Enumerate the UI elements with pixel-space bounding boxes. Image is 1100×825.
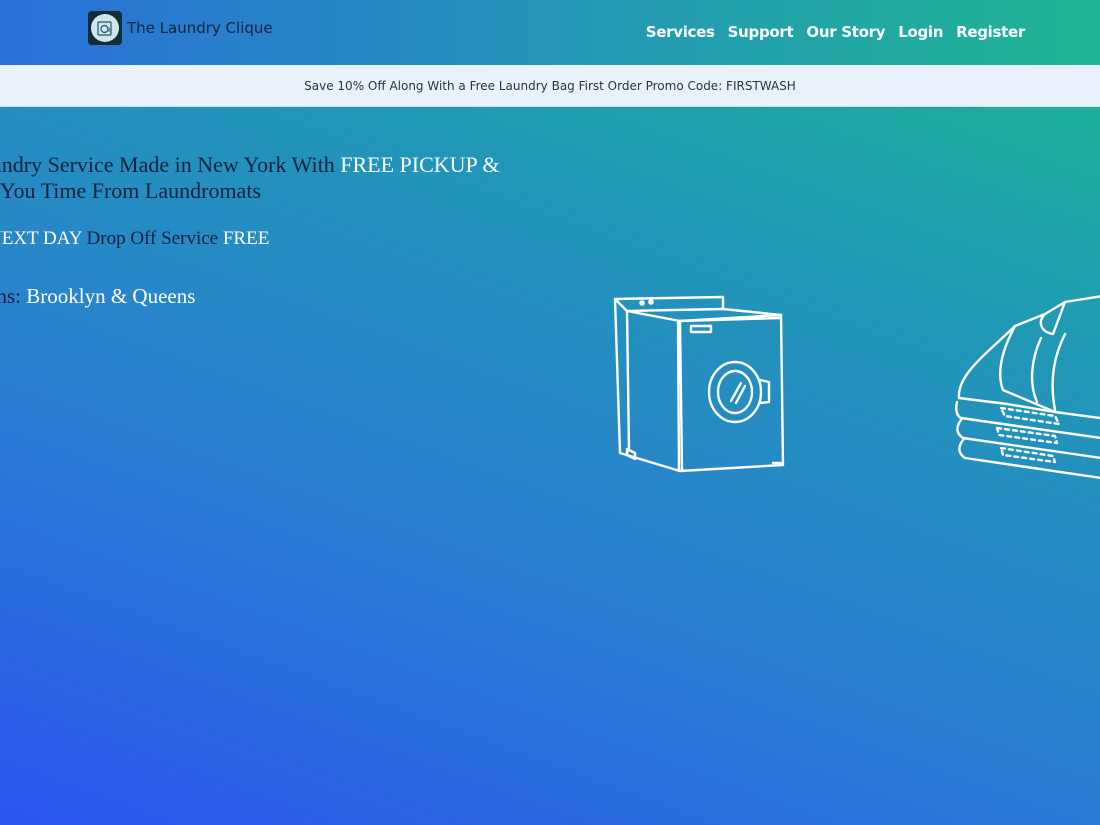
brand-link[interactable]: The Laundry Clique xyxy=(88,11,273,45)
hero-headline-line1: aundry Service Made in New York With FRE… xyxy=(0,152,500,178)
brand-name: The Laundry Clique xyxy=(127,19,273,37)
hero-free-highlight: FREE xyxy=(222,228,270,249)
folded-clothes-icon xyxy=(945,280,1100,495)
hero-line3-text: Drop Off Service xyxy=(81,228,223,249)
hero-line1-highlight: FREE PICKUP & xyxy=(340,152,500,177)
nav-link-support[interactable]: Support xyxy=(728,23,794,41)
hero-line2-text: ing You Time From Laundromats xyxy=(0,178,261,203)
nav-link-login[interactable]: Login xyxy=(898,23,943,41)
hero-next-day-highlight: NEXT DAY xyxy=(0,228,82,249)
washing-machine-logo-icon xyxy=(88,11,122,45)
nav-link-services[interactable]: Services xyxy=(646,23,715,41)
nav-link-register[interactable]: Register xyxy=(956,23,1025,41)
nav-links: Services Support Our Story Login Registe… xyxy=(646,23,1026,41)
hero-locations-line: ons: Brooklyn & Queens xyxy=(0,284,195,309)
promo-banner: Save 10% Off Along With a Free Laundry B… xyxy=(0,65,1100,107)
nav-link-our-story[interactable]: Our Story xyxy=(806,23,885,41)
hero-headline-line2: ing You Time From Laundromats xyxy=(0,178,261,204)
washing-machine-icon xyxy=(605,285,795,490)
promo-text: Save 10% Off Along With a Free Laundry B… xyxy=(304,78,796,93)
navbar: The Laundry Clique Services Support Our … xyxy=(0,0,1100,65)
hero-service-line: NEXT DAY Drop Off Service FREE xyxy=(0,228,269,250)
hero-locations-highlight: Brooklyn & Queens xyxy=(26,284,196,308)
hero-line4-text: ons: xyxy=(0,284,22,308)
hero-line1-text: aundry Service Made in New York With xyxy=(0,152,341,177)
